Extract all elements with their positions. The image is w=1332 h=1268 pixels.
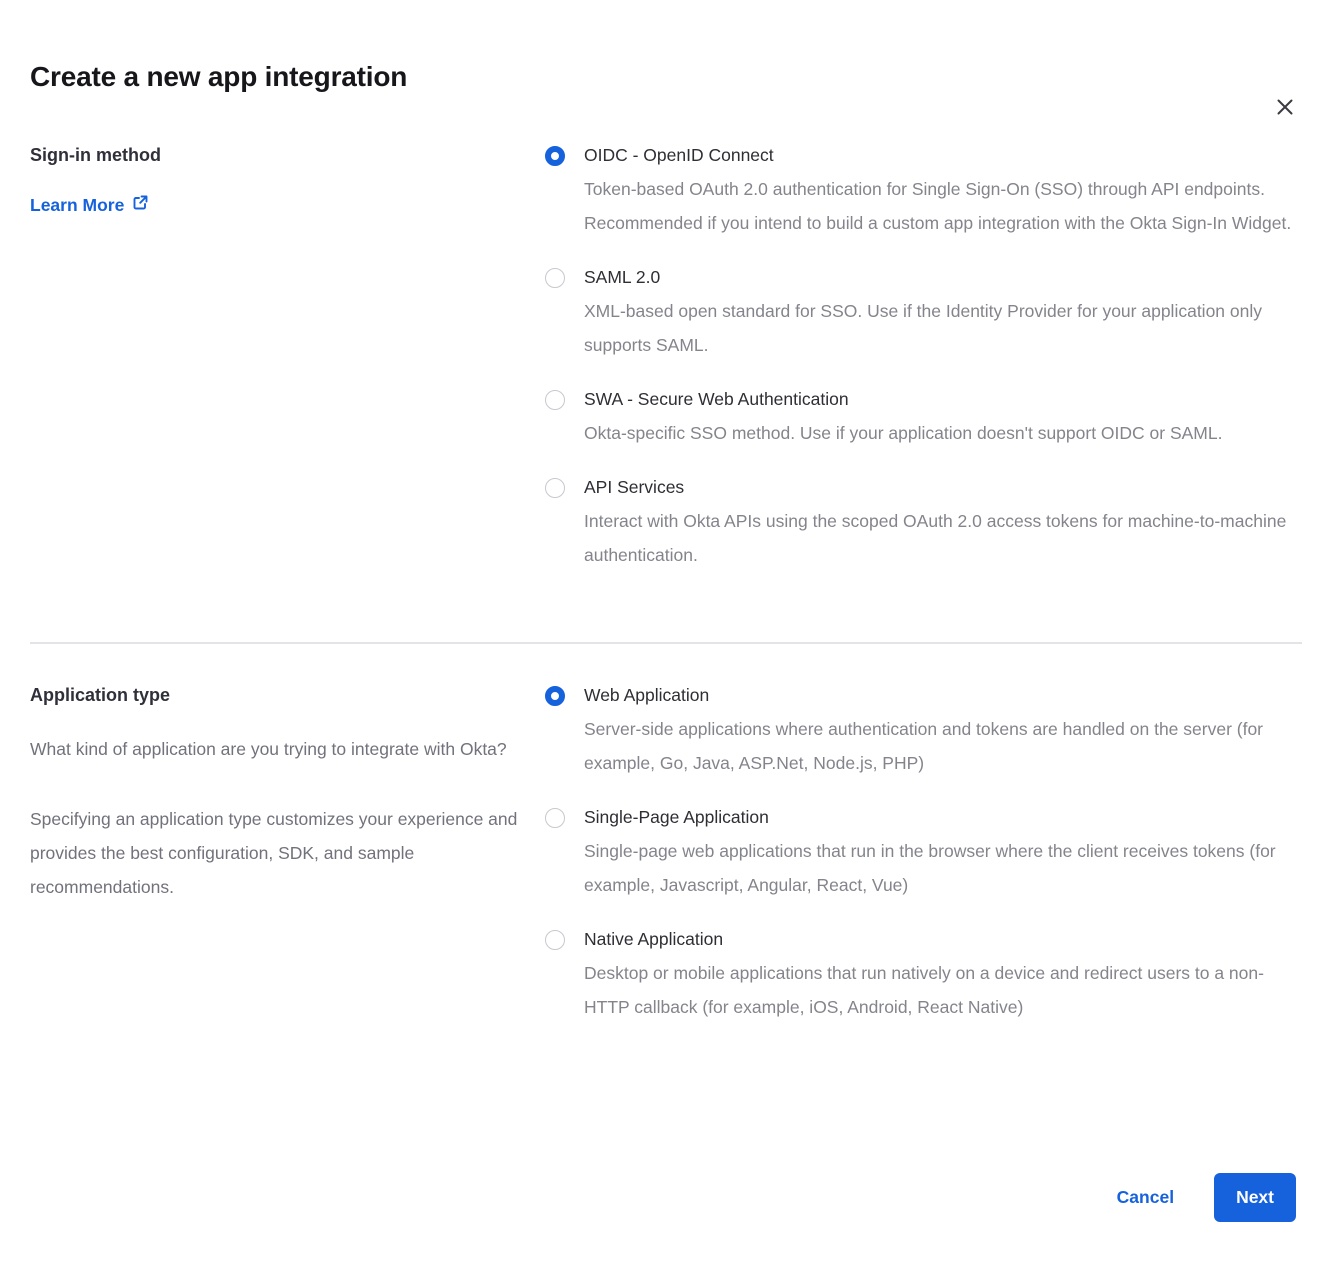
radio-option-label: SWA - Secure Web Authentication	[584, 386, 1222, 412]
radio-option-text: Web Application Server-side applications…	[584, 682, 1292, 780]
radio-option-text: Single-Page Application Single-page web …	[584, 804, 1292, 902]
radio-option-description: Okta-specific SSO method. Use if your ap…	[584, 416, 1222, 450]
radio-button[interactable]	[545, 146, 565, 166]
radio-option-label: API Services	[584, 474, 1292, 500]
learn-more-label: Learn More	[30, 195, 124, 216]
create-app-integration-dialog: Create a new app integration Sign-in met…	[0, 58, 1332, 1048]
signin-method-label: Sign-in method	[30, 142, 525, 168]
radio-option-text: API Services Interact with Okta APIs usi…	[584, 474, 1292, 572]
radio-option-description: Desktop or mobile applications that run …	[584, 956, 1292, 1024]
radio-option[interactable]: Web Application Server-side applications…	[545, 682, 1302, 780]
application-type-section: Application type What kind of applicatio…	[30, 682, 1302, 1048]
radio-option-description: Interact with Okta APIs using the scoped…	[584, 504, 1292, 572]
radio-option[interactable]: Single-Page Application Single-page web …	[545, 804, 1302, 902]
radio-option-text: OIDC - OpenID Connect Token-based OAuth …	[584, 142, 1292, 240]
radio-option[interactable]: API Services Interact with Okta APIs usi…	[545, 474, 1302, 572]
radio-option-label: Single-Page Application	[584, 804, 1292, 830]
cancel-button[interactable]: Cancel	[1117, 1187, 1174, 1208]
radio-button[interactable]	[545, 478, 565, 498]
radio-option-text: SWA - Secure Web Authentication Okta-spe…	[584, 386, 1222, 450]
learn-more-link[interactable]: Learn More	[30, 194, 149, 216]
radio-option-description: Server-side applications where authentic…	[584, 712, 1292, 780]
dialog-footer: Cancel Next	[1117, 1173, 1296, 1222]
radio-option[interactable]: SWA - Secure Web Authentication Okta-spe…	[545, 386, 1302, 450]
external-link-icon	[132, 194, 149, 216]
radio-option-text: Native Application Desktop or mobile app…	[584, 926, 1292, 1024]
radio-option-description: Single-page web applications that run in…	[584, 834, 1292, 902]
radio-option-description: Token-based OAuth 2.0 authentication for…	[584, 172, 1292, 240]
close-icon	[1276, 98, 1294, 121]
radio-button[interactable]	[545, 390, 565, 410]
application-type-label: Application type	[30, 682, 525, 708]
section-divider	[30, 642, 1302, 644]
dialog-title: Create a new app integration	[30, 58, 1302, 96]
radio-option-label: SAML 2.0	[584, 264, 1292, 290]
signin-method-options: OIDC - OpenID Connect Token-based OAuth …	[545, 142, 1302, 596]
radio-option-text: SAML 2.0 XML-based open standard for SSO…	[584, 264, 1292, 362]
application-type-left-column: Application type What kind of applicatio…	[30, 682, 545, 1048]
application-type-paragraph-2: Specifying an application type customize…	[30, 802, 525, 904]
radio-option-label: OIDC - OpenID Connect	[584, 142, 1292, 168]
radio-button[interactable]	[545, 808, 565, 828]
radio-button[interactable]	[545, 930, 565, 950]
application-type-paragraph-1: What kind of application are you trying …	[30, 732, 525, 766]
radio-button[interactable]	[545, 268, 565, 288]
radio-option[interactable]: SAML 2.0 XML-based open standard for SSO…	[545, 264, 1302, 362]
radio-option-label: Native Application	[584, 926, 1292, 952]
radio-button[interactable]	[545, 686, 565, 706]
radio-option[interactable]: OIDC - OpenID Connect Token-based OAuth …	[545, 142, 1302, 240]
radio-option-description: XML-based open standard for SSO. Use if …	[584, 294, 1292, 362]
radio-option[interactable]: Native Application Desktop or mobile app…	[545, 926, 1302, 1024]
close-button[interactable]	[1274, 98, 1296, 120]
application-type-options: Web Application Server-side applications…	[545, 682, 1302, 1048]
next-button[interactable]: Next	[1214, 1173, 1296, 1222]
signin-method-section: Sign-in method Learn More OIDC - OpenID …	[30, 142, 1302, 596]
signin-method-left-column: Sign-in method Learn More	[30, 142, 545, 596]
radio-option-label: Web Application	[584, 682, 1292, 708]
